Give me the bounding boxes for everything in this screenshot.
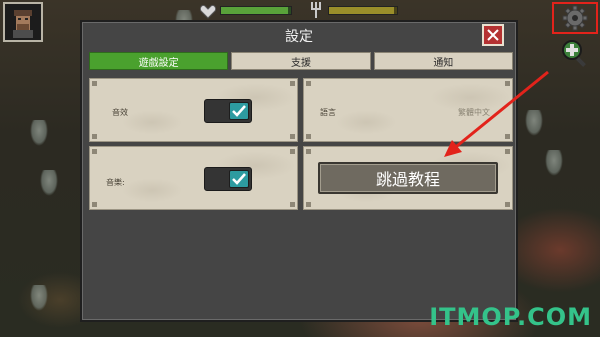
watermark: ITMOP.COM — [429, 303, 592, 331]
annotation-arrow — [444, 70, 549, 157]
